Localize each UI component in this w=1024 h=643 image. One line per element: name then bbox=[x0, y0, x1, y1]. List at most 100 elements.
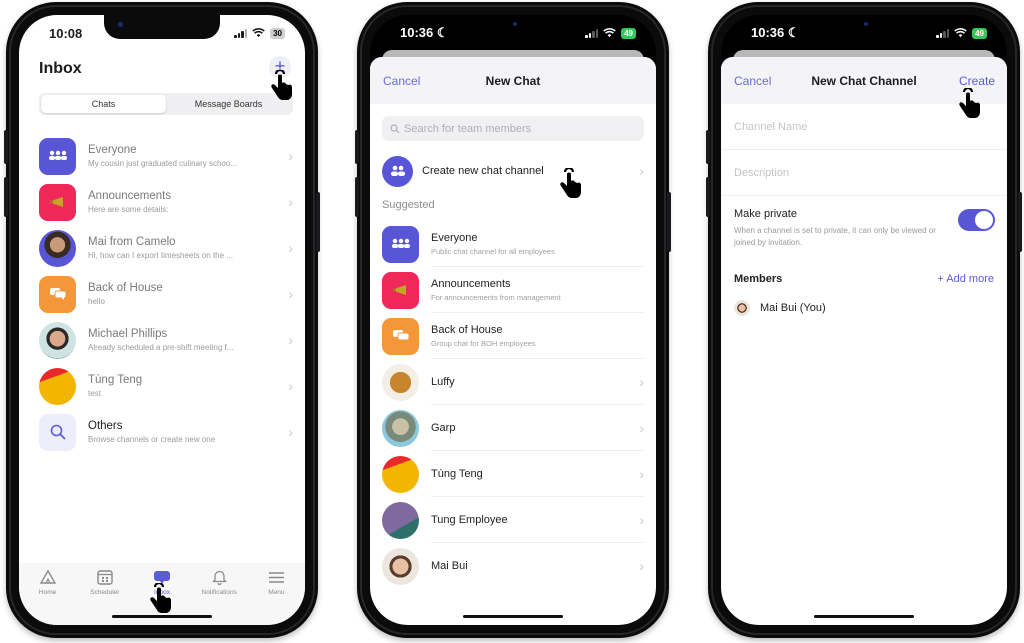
chat-item-tung-teng[interactable]: Tùng Teng test › bbox=[19, 363, 305, 409]
make-private-toggle[interactable] bbox=[958, 209, 995, 231]
side-button bbox=[667, 192, 671, 252]
members-header: Members + Add more bbox=[721, 273, 1007, 285]
cancel-button[interactable]: Cancel bbox=[383, 74, 420, 88]
home-indicator bbox=[112, 615, 212, 618]
screen: 10:36 ☾ 49 Cancel New Chat Search for te… bbox=[370, 15, 656, 625]
search-icon bbox=[39, 413, 76, 451]
make-private-label: Make private bbox=[734, 208, 797, 220]
home-icon bbox=[39, 569, 57, 585]
channel-name-placeholder: Channel Name bbox=[734, 120, 808, 133]
suggested-name: Back of House bbox=[431, 323, 503, 336]
side-button bbox=[316, 192, 320, 252]
suggested-name: Announcements bbox=[431, 277, 511, 290]
chat-item-others[interactable]: Others Browse channels or create new one … bbox=[19, 409, 305, 455]
suggested-desc: For announcements from management bbox=[431, 292, 561, 302]
chat-list: Everyone My cousin just graduated culinar… bbox=[19, 133, 305, 455]
battery-icon: 30 bbox=[270, 27, 285, 39]
avatar bbox=[382, 547, 419, 585]
chevron-right-icon: › bbox=[288, 286, 293, 302]
chat-preview: My cousin just graduated culinary schoo.… bbox=[88, 159, 237, 168]
tab-home[interactable]: Home bbox=[19, 569, 76, 625]
chat-name: Announcements bbox=[88, 190, 172, 202]
chat-name: Everyone bbox=[88, 144, 137, 156]
signal-icon bbox=[585, 28, 599, 38]
chat-bubbles-icon bbox=[382, 317, 419, 355]
tab-label: Menu bbox=[268, 589, 285, 596]
group-icon bbox=[382, 225, 419, 263]
bell-icon bbox=[210, 569, 228, 585]
tab-label: Home bbox=[38, 589, 57, 596]
make-private-description: When a channel is set to private, it can… bbox=[734, 226, 936, 247]
create-channel-button[interactable]: Create new chat channel › bbox=[370, 146, 656, 196]
tab-menu[interactable]: Menu bbox=[248, 569, 305, 625]
chat-preview: Here are some details: bbox=[88, 205, 169, 214]
chat-name: Mai from Camelo bbox=[88, 236, 176, 248]
suggested-item-back-of-house[interactable]: Back of House Group chat for BOH employee… bbox=[370, 313, 656, 359]
megaphone-icon bbox=[39, 183, 76, 221]
screen: 10:08 30 Inbox + Chats Message Boards Ev… bbox=[19, 15, 305, 625]
new-chat-sheet: Cancel New Chat Search for team members … bbox=[370, 57, 656, 625]
chat-item-announcements[interactable]: Announcements Here are some details: › bbox=[19, 179, 305, 225]
description-input[interactable]: Description bbox=[721, 150, 1007, 196]
group-icon bbox=[39, 137, 76, 175]
chat-preview: hello bbox=[88, 297, 105, 306]
chat-item-back-of-house[interactable]: Back of House hello › bbox=[19, 271, 305, 317]
sheet-header: Cancel New Chat bbox=[370, 57, 656, 104]
wifi-icon bbox=[252, 28, 265, 38]
megaphone-icon bbox=[382, 271, 419, 309]
avatar bbox=[382, 363, 419, 401]
new-channel-sheet: Cancel New Chat Channel Create Channel N… bbox=[721, 57, 1007, 625]
suggested-item-mai-bui[interactable]: Mai Bui › bbox=[370, 543, 656, 589]
suggested-item-tung-employee[interactable]: Tung Employee › bbox=[370, 497, 656, 543]
status-time: 10:08 bbox=[49, 25, 83, 41]
page-title: Inbox bbox=[39, 60, 82, 77]
chevron-right-icon: › bbox=[639, 373, 644, 390]
chat-preview: Already scheduled a pre-shift meeting f.… bbox=[88, 343, 234, 352]
suggested-item-everyone[interactable]: Everyone Public chat channel for all empl… bbox=[370, 221, 656, 267]
camera bbox=[864, 22, 868, 26]
suggested-item-announcements[interactable]: Announcements For announcements from mana… bbox=[370, 267, 656, 313]
members-title: Members bbox=[734, 273, 783, 285]
chevron-right-icon: › bbox=[639, 511, 644, 528]
suggested-name: Tùng Teng bbox=[431, 467, 483, 480]
chat-item-everyone[interactable]: Everyone My cousin just graduated culinar… bbox=[19, 133, 305, 179]
phone-new-chat: 10:36 ☾ 49 Cancel New Chat Search for te… bbox=[355, 2, 671, 638]
chat-name: Others bbox=[88, 420, 123, 432]
chat-preview: test bbox=[88, 389, 101, 398]
signal-icon bbox=[234, 28, 248, 38]
moon-icon: ☾ bbox=[436, 25, 449, 40]
wifi-icon bbox=[954, 28, 967, 38]
tap-hand-icon bbox=[959, 88, 980, 118]
side-button bbox=[1018, 192, 1022, 252]
chat-name: Back of House bbox=[88, 282, 163, 294]
chat-bubbles-icon bbox=[39, 275, 76, 313]
create-channel-label: Create new chat channel bbox=[422, 165, 544, 177]
section-suggested: Suggested bbox=[382, 199, 435, 211]
search-input[interactable]: Search for team members bbox=[382, 116, 644, 141]
cancel-button[interactable]: Cancel bbox=[734, 74, 771, 88]
side-button bbox=[355, 177, 359, 217]
side-button bbox=[355, 130, 359, 164]
search-placeholder: Search for team members bbox=[404, 122, 532, 135]
suggested-item-garp[interactable]: Garp › bbox=[370, 405, 656, 451]
make-private-row: Make private When a channel is set to pr… bbox=[721, 196, 1007, 249]
chevron-right-icon: › bbox=[639, 558, 644, 574]
suggested-item-luffy[interactable]: Luffy › bbox=[370, 359, 656, 405]
suggested-name: Mai Bui bbox=[431, 560, 468, 572]
side-button bbox=[706, 130, 710, 164]
chevron-right-icon: › bbox=[288, 378, 293, 394]
chat-preview: Browse channels or create new one bbox=[88, 435, 216, 444]
chat-item-michael-phillips[interactable]: Michael Phillips Already scheduled a pre-… bbox=[19, 317, 305, 363]
camera bbox=[513, 22, 517, 26]
add-more-button[interactable]: + Add more bbox=[937, 273, 994, 285]
side-button bbox=[4, 130, 8, 164]
chevron-right-icon: › bbox=[288, 240, 293, 256]
chat-item-mai-from-camelo[interactable]: Mai from Camelo Hi, how can I export time… bbox=[19, 225, 305, 271]
tab-chats[interactable]: Chats bbox=[41, 95, 166, 113]
create-button[interactable]: Create bbox=[959, 74, 995, 88]
notch bbox=[104, 15, 220, 39]
sheet-title: New Chat bbox=[485, 73, 541, 88]
chevron-right-icon: › bbox=[288, 148, 293, 164]
tab-label: Notifications bbox=[201, 589, 237, 596]
suggested-item-tung-teng[interactable]: Tùng Teng › bbox=[370, 451, 656, 497]
